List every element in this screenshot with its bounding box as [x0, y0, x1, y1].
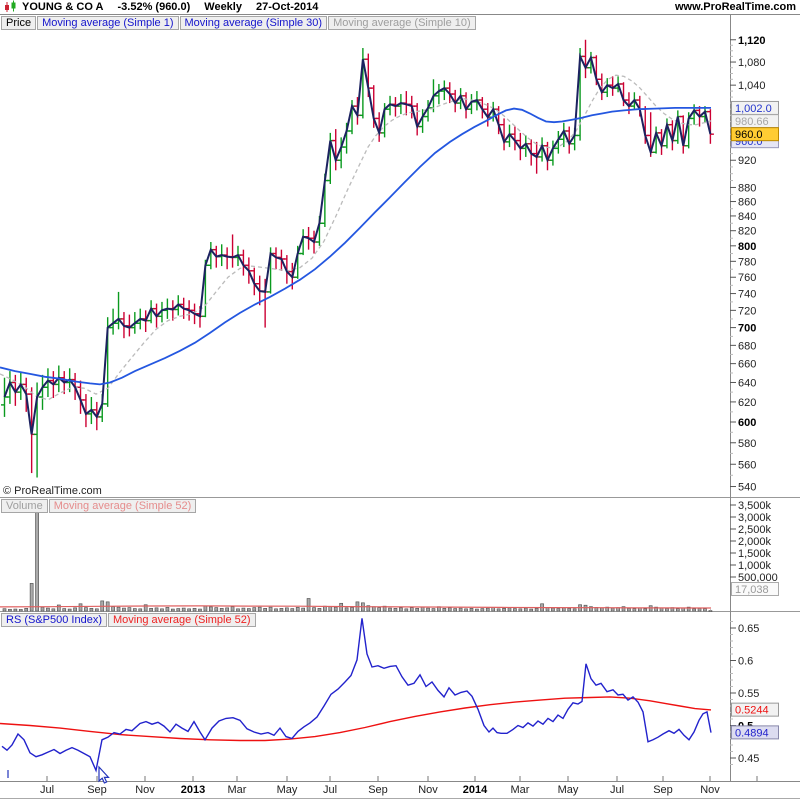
rs-ma-label[interactable]: Moving average (Simple 52): [108, 613, 256, 627]
title-bar: YOUNG & CO A -3.52% (960.0) Weekly 27-Oct-2…: [0, 0, 800, 14]
svg-text:1,002.0: 1,002.0: [735, 103, 772, 115]
svg-text:0.5244: 0.5244: [735, 705, 769, 717]
rs-panel[interactable]: [0, 618, 712, 773]
svg-text:920: 920: [738, 155, 756, 167]
svg-text:0.65: 0.65: [738, 623, 759, 635]
svg-text:Sep: Sep: [87, 784, 107, 796]
mouse-cursor: [7, 765, 110, 784]
volume-indicator-row: Volume Moving average (Simple 52): [1, 499, 197, 517]
svg-text:May: May: [277, 784, 298, 796]
svg-text:620: 620: [738, 397, 756, 409]
svg-text:540: 540: [738, 482, 756, 494]
svg-text:760: 760: [738, 272, 756, 284]
svg-text:3,000k: 3,000k: [738, 512, 772, 524]
chart-date: 27-Oct-2014: [255, 1, 319, 13]
svg-text:Mar: Mar: [511, 784, 530, 796]
svg-text:740: 740: [738, 289, 756, 301]
instrument-change: -3.52% (960.0): [117, 1, 191, 13]
svg-text:0.4894: 0.4894: [735, 727, 769, 739]
svg-text:600: 600: [738, 417, 756, 429]
rs-indicator-row: RS (S&P500 Index) Moving average (Simple …: [1, 613, 257, 631]
volume-panel[interactable]: [0, 507, 713, 612]
chart-period: Weekly: [204, 1, 242, 13]
svg-text:560: 560: [738, 459, 756, 471]
svg-text:3,500k: 3,500k: [738, 500, 772, 512]
x-axis[interactable]: Jul Sep Nov 2013 Mar May Jul Sep Nov 2014 Mar May Ju…: [40, 776, 758, 796]
instrument-name: YOUNG & CO A: [22, 1, 104, 13]
price-axis[interactable]: 1,120 1,080 1,040 920 880 860 840 820 800 780 760 7…: [730, 35, 779, 494]
price-indicator-row: Price Moving average (Simple 1) Moving ave…: [1, 16, 477, 34]
price-label[interactable]: Price: [1, 16, 37, 30]
svg-text:Nov: Nov: [700, 784, 720, 796]
volume-ma-label[interactable]: Moving average (Simple 52): [48, 499, 197, 513]
svg-text:0.55: 0.55: [738, 688, 759, 700]
ma-simple-30-label[interactable]: Moving average (Simple 30): [179, 16, 328, 30]
svg-text:580: 580: [738, 438, 756, 450]
volume-label[interactable]: Volume: [1, 499, 48, 513]
chart-canvas: 1,120 1,080 1,040 920 880 860 840 820 800 780 760 7…: [0, 14, 800, 799]
svg-text:1,080: 1,080: [738, 57, 766, 69]
svg-text:May: May: [558, 784, 579, 796]
svg-text:Jul: Jul: [610, 784, 624, 796]
prorealtime-window: 1,120 1,080 1,040 920 880 860 840 820 800 780 760 7…: [0, 0, 800, 800]
rs-label[interactable]: RS (S&P500 Index): [1, 613, 107, 627]
svg-text:1,000k: 1,000k: [738, 560, 772, 572]
website-link: www.ProRealTime.com: [674, 1, 796, 13]
svg-text:840: 840: [738, 211, 756, 223]
instrument-summary: YOUNG & CO A -3.52% (960.0) Weekly 27-Oct-2…: [22, 1, 332, 13]
svg-text:0.45: 0.45: [738, 753, 759, 765]
svg-text:Nov: Nov: [418, 784, 438, 796]
rs-axis[interactable]: 0.650.60.550.50.450.52440.4894: [730, 621, 779, 766]
copyright-text: © ProRealTime.com: [3, 485, 102, 497]
svg-text:2,500k: 2,500k: [738, 524, 772, 536]
svg-text:Jul: Jul: [323, 784, 337, 796]
svg-text:1,500k: 1,500k: [738, 548, 772, 560]
svg-text:820: 820: [738, 226, 756, 238]
svg-text:Sep: Sep: [368, 784, 388, 796]
svg-text:980.66: 980.66: [735, 116, 769, 128]
ma-simple-1-label[interactable]: Moving average (Simple 1): [37, 16, 179, 30]
svg-text:2,000k: 2,000k: [738, 536, 772, 548]
svg-text:660: 660: [738, 359, 756, 371]
svg-text:880: 880: [738, 182, 756, 194]
svg-text:2014: 2014: [463, 784, 488, 796]
svg-text:Mar: Mar: [228, 784, 247, 796]
svg-text:960.0: 960.0: [735, 129, 763, 141]
svg-text:17,038: 17,038: [735, 584, 769, 596]
svg-text:1,120: 1,120: [738, 35, 766, 47]
svg-text:Jul: Jul: [40, 784, 54, 796]
price-panel[interactable]: [0, 39, 714, 478]
svg-text:860: 860: [738, 197, 756, 209]
svg-text:640: 640: [738, 377, 756, 389]
svg-text:Sep: Sep: [653, 784, 673, 796]
svg-text:780: 780: [738, 256, 756, 268]
volume-axis[interactable]: 3,500k3,000k2,500k2,000k1,500k1,000k500,…: [730, 500, 779, 596]
svg-text:680: 680: [738, 340, 756, 352]
svg-text:2013: 2013: [181, 784, 205, 796]
candlestick-logo-icon: [5, 0, 16, 12]
svg-text:800: 800: [738, 241, 756, 253]
svg-text:Nov: Nov: [135, 784, 155, 796]
svg-text:0.6: 0.6: [738, 656, 753, 668]
svg-text:1,040: 1,040: [738, 80, 766, 92]
svg-text:700: 700: [738, 323, 756, 335]
ma-simple-10-label[interactable]: Moving average (Simple 10): [328, 16, 476, 30]
svg-text:720: 720: [738, 305, 756, 317]
